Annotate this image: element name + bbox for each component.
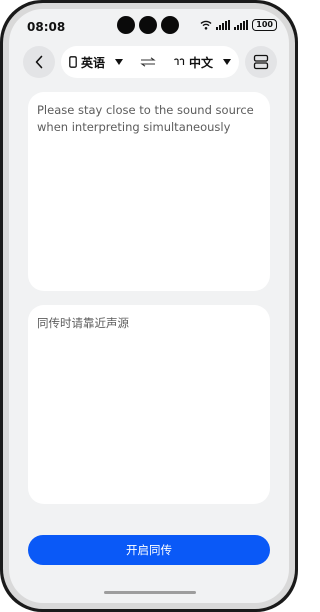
swap-arrows-icon[interactable] (140, 57, 156, 67)
home-indicator[interactable] (104, 591, 196, 594)
chevron-down-icon (115, 59, 124, 65)
target-language-label: 中文 (188, 55, 213, 70)
status-time: 08:08 (27, 20, 66, 34)
target-language-dropdown[interactable]: 中文 (173, 54, 231, 71)
front-camera-cluster (117, 16, 179, 34)
translation-text: 同传时请靠近声源 (37, 316, 129, 330)
camera-icon (139, 16, 157, 34)
wifi-icon (200, 20, 212, 30)
status-bar: 08:08 100 (9, 9, 289, 45)
signal-icon (216, 20, 231, 30)
screen: 08:08 100 英语 中文 Please stay close to the… (9, 9, 289, 603)
source-language-dropdown[interactable]: 英语 (69, 54, 124, 71)
source-language-label: 英语 (81, 55, 106, 70)
toolbar: 英语 中文 (19, 46, 279, 78)
battery-icon: 100 (252, 19, 277, 31)
chevron-left-icon (35, 55, 43, 69)
device-frame: 08:08 100 英语 中文 Please stay close to the… (0, 0, 298, 612)
status-icons: 100 (200, 19, 277, 31)
back-button[interactable] (23, 46, 55, 78)
language-selector: 英语 中文 (61, 46, 239, 78)
start-interpretation-button[interactable]: 开启同传 (28, 535, 270, 565)
source-text: Please stay close to the sound source wh… (37, 103, 254, 134)
device-bezel: 08:08 100 英语 中文 Please stay close to the… (3, 3, 295, 609)
earbuds-icon (173, 58, 185, 65)
phone-icon (69, 56, 77, 68)
source-text-panel[interactable]: Please stay close to the sound source wh… (28, 92, 270, 291)
layout-toggle-button[interactable] (245, 46, 277, 78)
split-layout-icon (253, 54, 269, 70)
camera-icon (161, 16, 179, 34)
chevron-down-icon (223, 59, 231, 65)
translation-text-panel[interactable]: 同传时请靠近声源 (28, 305, 270, 504)
signal-icon (234, 20, 249, 30)
camera-icon (117, 16, 135, 34)
